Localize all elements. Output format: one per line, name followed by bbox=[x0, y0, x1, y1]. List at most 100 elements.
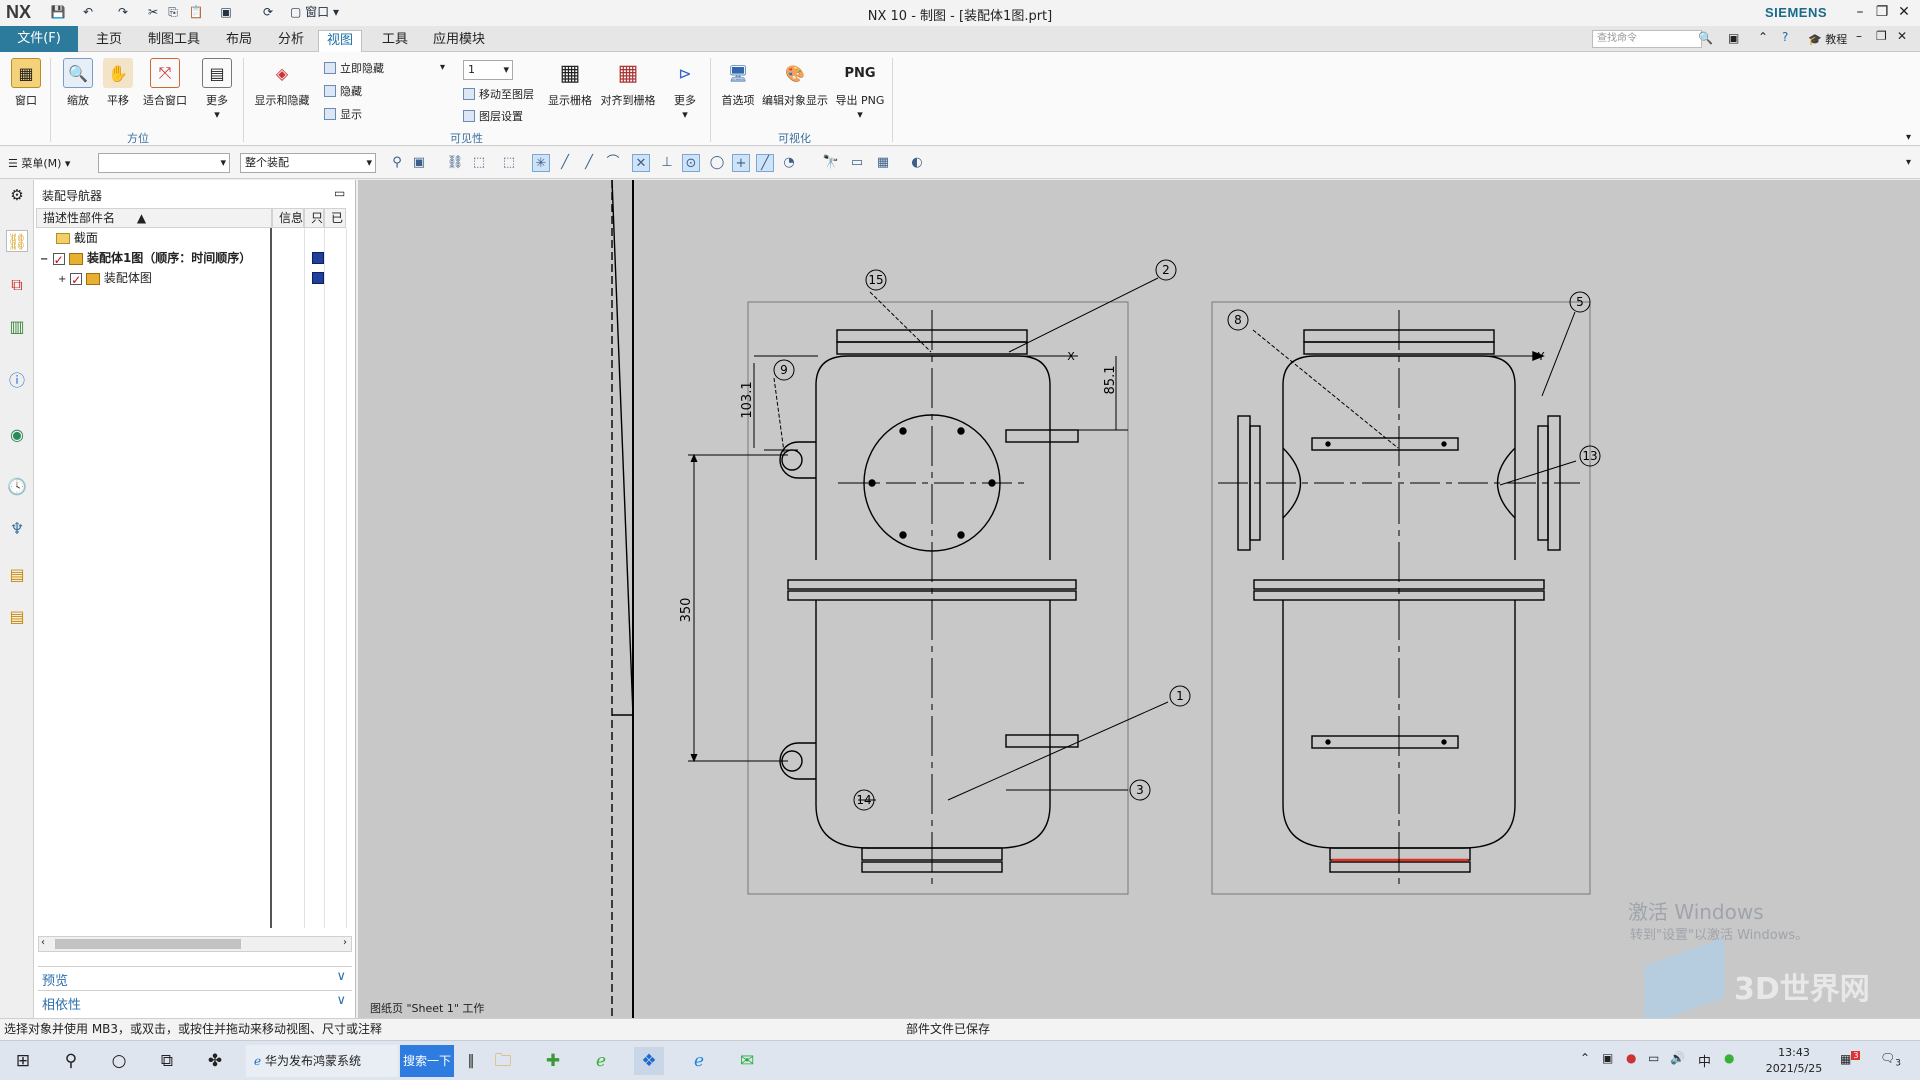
tab-file[interactable]: 文件(F) bbox=[0, 26, 78, 52]
edit-object-display-button[interactable]: 🎨 编辑对象显示 bbox=[760, 58, 830, 108]
zoom-button[interactable]: 🔍 缩放 bbox=[60, 58, 96, 108]
roles-icon[interactable]: ▤ bbox=[6, 606, 28, 628]
doc-restore-icon[interactable]: ❐ bbox=[1876, 29, 1887, 43]
maximize-pane-icon[interactable]: ▭ bbox=[334, 186, 345, 200]
info-feed-icon[interactable]: ⓘ bbox=[6, 370, 28, 392]
browser-360-icon[interactable]: ℯ bbox=[586, 1047, 616, 1075]
immediate-hide-button[interactable]: 立即隐藏 bbox=[324, 60, 384, 76]
tray-app-icon[interactable]: ▣ bbox=[1602, 1051, 1613, 1065]
render-style-icon[interactable]: ◐ bbox=[908, 154, 926, 172]
ime-indicator[interactable]: 中 bbox=[1698, 1051, 1711, 1070]
snap-point-icon[interactable]: ✳ bbox=[532, 154, 550, 172]
control-point-icon[interactable]: ⌒ bbox=[604, 154, 622, 172]
dimension-103[interactable]: 103.1 bbox=[740, 381, 755, 418]
settings-gear-icon[interactable]: ⚙ bbox=[6, 184, 28, 206]
tab-application[interactable]: 应用模块 bbox=[425, 30, 493, 52]
table-icon[interactable]: ▦ bbox=[874, 154, 892, 172]
taskbar-search-icon[interactable]: ⚲ bbox=[56, 1047, 86, 1075]
link-icon[interactable]: ⛓ bbox=[446, 154, 464, 172]
scroll-left-icon[interactable]: ‹ bbox=[41, 937, 45, 948]
ribbon-options-icon[interactable]: ▾ bbox=[1906, 132, 1911, 143]
file-explorer-icon[interactable]: 🗀 bbox=[488, 1047, 518, 1075]
dimension-350[interactable]: 350 bbox=[679, 598, 694, 623]
history-icon[interactable]: 🕓 bbox=[6, 476, 28, 498]
search-go-button[interactable]: 搜索一下 bbox=[400, 1045, 454, 1077]
app-green-icon[interactable]: ✚ bbox=[538, 1047, 568, 1075]
expand-hide-icon[interactable]: ▾ bbox=[440, 62, 445, 73]
existing-point-icon[interactable]: + bbox=[732, 154, 750, 172]
tab-tools[interactable]: 工具 bbox=[374, 30, 416, 52]
endpoint-icon[interactable]: ╱ bbox=[556, 154, 574, 172]
taskbar-news-tab[interactable]: ℯ 华为发布鸿蒙系统 bbox=[246, 1045, 398, 1077]
layout-icon[interactable]: ▭ bbox=[848, 154, 866, 172]
help-icon[interactable]: ? bbox=[1782, 30, 1788, 44]
preferences-button[interactable]: 🖥 首选项 bbox=[718, 58, 758, 108]
tree-row-assembly-child[interactable]: + 装配体图 bbox=[34, 268, 354, 290]
type-filter-select[interactable] bbox=[98, 153, 230, 173]
layer-settings-button[interactable]: 图层设置 bbox=[463, 108, 523, 124]
show-grid-button[interactable]: ▦ 显示栅格 bbox=[546, 58, 594, 108]
arc-center-icon[interactable]: ⊙ bbox=[682, 154, 700, 172]
scroll-right-icon[interactable]: › bbox=[343, 937, 347, 948]
menu-button[interactable]: ☰ 菜单(M) ▾ bbox=[8, 155, 70, 171]
drawing-canvas[interactable]: 15 2 9 1 3 14 8 5 13 103.1 85.1 350 X Y … bbox=[358, 180, 1920, 1018]
constraint-navigator-icon[interactable]: ⧉ bbox=[6, 274, 28, 296]
tray-wechat-icon[interactable]: ● bbox=[1724, 1051, 1734, 1065]
tray-chevron-icon[interactable]: ⌃ bbox=[1580, 1051, 1590, 1065]
visibility-checkbox[interactable] bbox=[70, 270, 83, 290]
column-header-modified[interactable]: 已 bbox=[324, 208, 346, 228]
edge-browser-icon[interactable]: ℯ bbox=[684, 1047, 714, 1075]
task-view-icon[interactable]: ⧉ bbox=[152, 1047, 182, 1075]
tray-network-icon[interactable]: ▭ bbox=[1648, 1051, 1659, 1065]
tab-analysis[interactable]: 分析 bbox=[270, 30, 312, 52]
process-studio-icon[interactable]: ▤ bbox=[6, 564, 28, 586]
perpendicular-icon[interactable]: ⊥ bbox=[658, 154, 676, 172]
layer-select[interactable]: 1 bbox=[463, 60, 513, 80]
tab-view[interactable]: 视图 bbox=[318, 30, 363, 52]
web-browser-icon[interactable]: ◉ bbox=[6, 424, 28, 446]
collapse-icon[interactable]: − bbox=[40, 254, 48, 265]
tab-home[interactable]: 主页 bbox=[88, 30, 130, 52]
scroll-thumb[interactable] bbox=[55, 939, 241, 949]
window-layout-icon[interactable]: ▣ bbox=[1728, 31, 1739, 45]
wechat-icon[interactable]: ✉ bbox=[732, 1047, 762, 1075]
filter-icon[interactable]: ⚲ bbox=[388, 154, 406, 172]
view-icon[interactable]: 🔭 bbox=[822, 154, 840, 172]
drawing-sheet[interactable]: 15 2 9 1 3 14 8 5 13 103.1 85.1 350 X Y bbox=[358, 180, 1920, 1018]
selection-region-icon[interactable]: ⬚ bbox=[500, 154, 518, 172]
show-button[interactable]: 显示 bbox=[324, 106, 362, 122]
search-icon[interactable]: 🔍 bbox=[1698, 31, 1713, 45]
reuse-library-icon[interactable]: ▥ bbox=[6, 316, 28, 338]
action-center-icon[interactable]: 🗨3 bbox=[1880, 1051, 1901, 1068]
hide-button[interactable]: 隐藏 bbox=[324, 83, 362, 99]
system-materials-icon[interactable]: ♆ bbox=[6, 518, 28, 540]
horizontal-scrollbar[interactable]: ‹ › bbox=[38, 936, 352, 952]
column-header-info[interactable]: 信息 bbox=[272, 208, 304, 228]
tray-notify-app-icon[interactable]: ▦ 3 bbox=[1840, 1051, 1861, 1066]
tutorial-link[interactable]: 🎓 教程 bbox=[1808, 31, 1847, 47]
tray-volume-icon[interactable]: 🔊 bbox=[1670, 1051, 1685, 1065]
column-header-readonly[interactable]: 只 bbox=[304, 208, 324, 228]
tangent-icon[interactable]: ◔ bbox=[780, 154, 798, 172]
nx-taskbar-icon[interactable]: ❖ bbox=[634, 1047, 664, 1075]
cortana-icon[interactable]: ○ bbox=[104, 1047, 134, 1075]
point-on-curve-icon[interactable]: ╱ bbox=[756, 154, 774, 172]
midpoint-icon[interactable]: ╱ bbox=[580, 154, 598, 172]
minimize-icon[interactable]: – bbox=[1848, 2, 1872, 22]
intersection-icon[interactable]: ✕ bbox=[632, 154, 650, 172]
snap-grid-button[interactable]: ▦ 对齐到栅格 bbox=[600, 58, 656, 108]
doc-minimize-icon[interactable]: – bbox=[1856, 29, 1862, 43]
more-visibility-button[interactable]: ⊳ 更多 ▾ bbox=[668, 58, 702, 122]
export-png-button[interactable]: PNG 导出 PNG ▾ bbox=[834, 58, 886, 122]
assembly-navigator-icon[interactable]: ⛓ bbox=[6, 230, 28, 252]
move-to-layer-button[interactable]: 移动至图层 bbox=[463, 86, 534, 102]
selection-scope-select[interactable]: 整个装配 bbox=[240, 153, 376, 173]
preview-panel-toggle[interactable]: 预览 ∨ bbox=[38, 966, 352, 989]
tree-row-assembly-root[interactable]: − 装配体1图（顺序：时间顺序） bbox=[34, 248, 354, 270]
more-orient-button[interactable]: ▤ 更多 ▾ bbox=[200, 58, 234, 121]
fit-window-button[interactable]: ⤧ 适合窗口 bbox=[140, 58, 190, 108]
window-button[interactable]: ▦ 窗口 bbox=[8, 58, 44, 108]
tray-360-icon[interactable]: ● bbox=[1626, 1051, 1636, 1065]
clock[interactable]: 13:43 2021/5/25 bbox=[1754, 1045, 1834, 1077]
command-search-input[interactable]: 查找命令 bbox=[1592, 30, 1702, 48]
